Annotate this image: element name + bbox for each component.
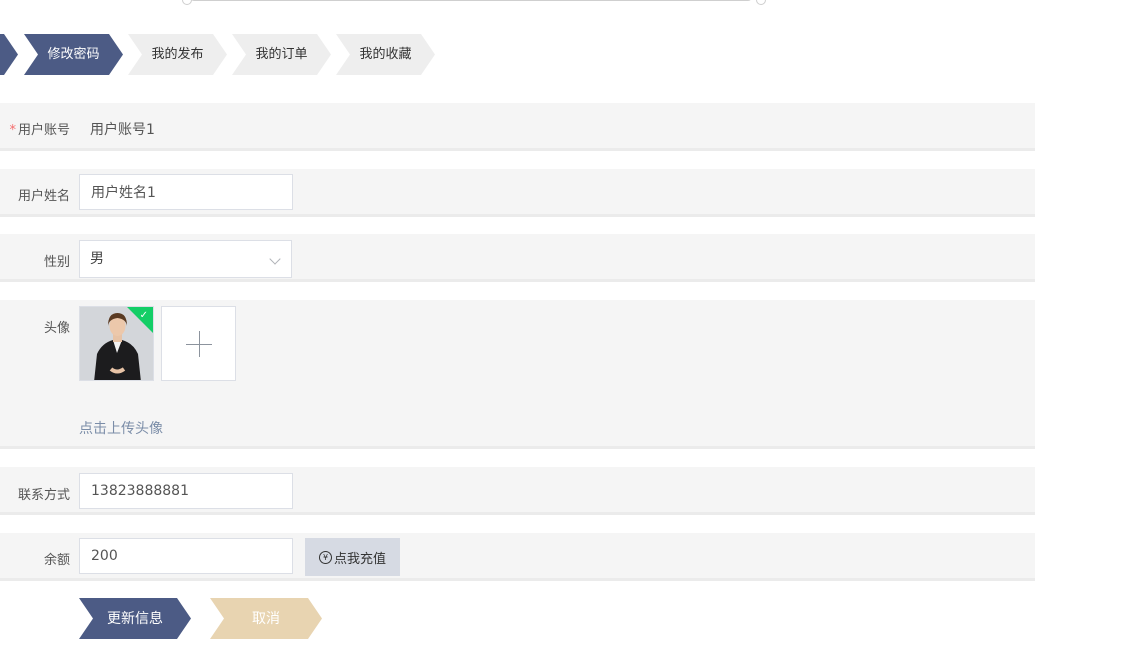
upload-avatar-hint[interactable]: 点击上传头像 bbox=[79, 418, 163, 438]
account-label: * 用户账号 bbox=[9, 123, 70, 138]
name-label: 用户姓名 bbox=[17, 189, 70, 204]
form-row-name: 用户姓名 bbox=[0, 169, 1035, 217]
tab-my-orders[interactable]: 我的订单 bbox=[232, 34, 331, 75]
form-row-phone: 联系方式 bbox=[0, 467, 1035, 515]
account-value: 用户账号1 bbox=[90, 122, 155, 138]
check-icon: ✓ bbox=[139, 310, 148, 321]
recharge-label: 点我充值 bbox=[333, 551, 386, 567]
form-row-gender: 性别 男 bbox=[0, 234, 1035, 282]
avatar-upload-button[interactable] bbox=[161, 306, 236, 381]
cancel-button[interactable]: 取消 bbox=[210, 598, 322, 639]
chevron-down-icon bbox=[269, 253, 281, 265]
tab-my-favorites[interactable]: 我的收藏 bbox=[336, 34, 435, 75]
form-row-balance: 余额 bbox=[0, 533, 1035, 581]
required-mark: * bbox=[9, 123, 16, 138]
avatar-label: 头像 bbox=[43, 321, 70, 336]
update-info-button[interactable]: 更新信息 bbox=[79, 598, 191, 639]
phone-input[interactable] bbox=[79, 473, 293, 509]
balance-label: 余额 bbox=[43, 553, 70, 568]
tab-previous[interactable] bbox=[0, 34, 18, 75]
yen-icon: ¥ bbox=[318, 550, 332, 564]
name-input[interactable] bbox=[79, 174, 293, 210]
gender-label: 性别 bbox=[43, 255, 70, 270]
avatar-preview[interactable]: ✓ bbox=[79, 306, 154, 381]
gender-selected-value: 男 bbox=[90, 251, 104, 267]
tab-change-password[interactable]: 修改密码 bbox=[24, 34, 123, 75]
recharge-button[interactable]: ¥ 点我充值 bbox=[305, 538, 400, 576]
gender-select[interactable]: 男 bbox=[79, 240, 292, 278]
top-scrollbar[interactable] bbox=[182, 0, 766, 5]
form-row-account: * 用户账号 用户账号1 bbox=[0, 103, 1035, 151]
tab-my-posts[interactable]: 我的发布 bbox=[128, 34, 227, 75]
balance-input[interactable] bbox=[79, 538, 293, 574]
phone-label: 联系方式 bbox=[17, 488, 70, 503]
